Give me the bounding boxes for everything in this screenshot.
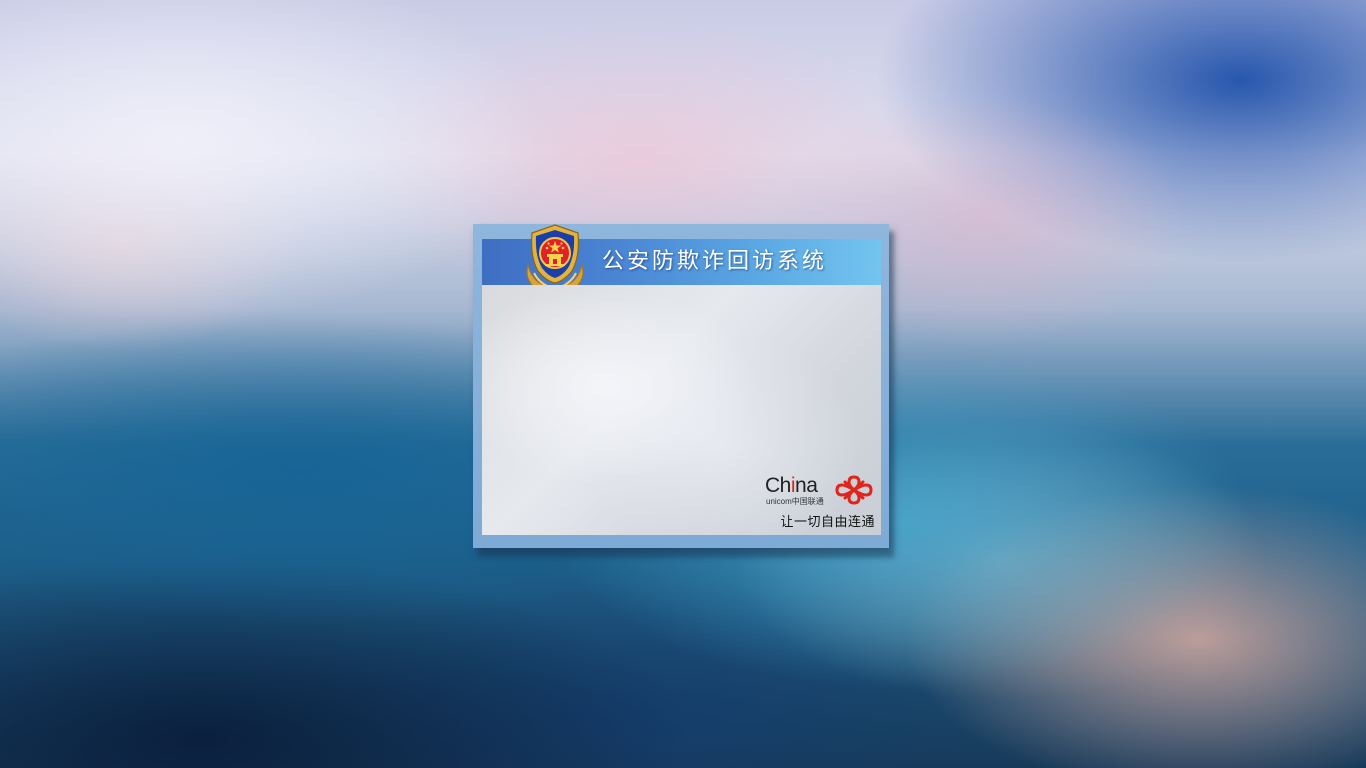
title-bar: 公安防欺诈回访系统 — [482, 224, 881, 296]
window-title: 公安防欺诈回访系统 — [602, 249, 828, 274]
brand-block: China unicom中国联通 让一切自由连通 — [765, 473, 877, 533]
splash-dialog: 公安防欺诈回访系统 China unicom中国联通 让一切自由连通 — [473, 224, 889, 548]
brand-word-suffix: na — [795, 474, 818, 497]
brand-slogan: 让一切自由连通 — [780, 515, 875, 530]
content-panel: China unicom中国联通 让一切自由连通 — [482, 285, 881, 535]
unicom-knot-icon — [835, 475, 873, 505]
brand-word-prefix: Ch — [765, 474, 791, 497]
brand-subtitle: unicom中国联通 — [766, 497, 824, 506]
brand-logo: China unicom中国联通 — [765, 473, 877, 509]
brand-wordmark: China — [765, 474, 818, 498]
